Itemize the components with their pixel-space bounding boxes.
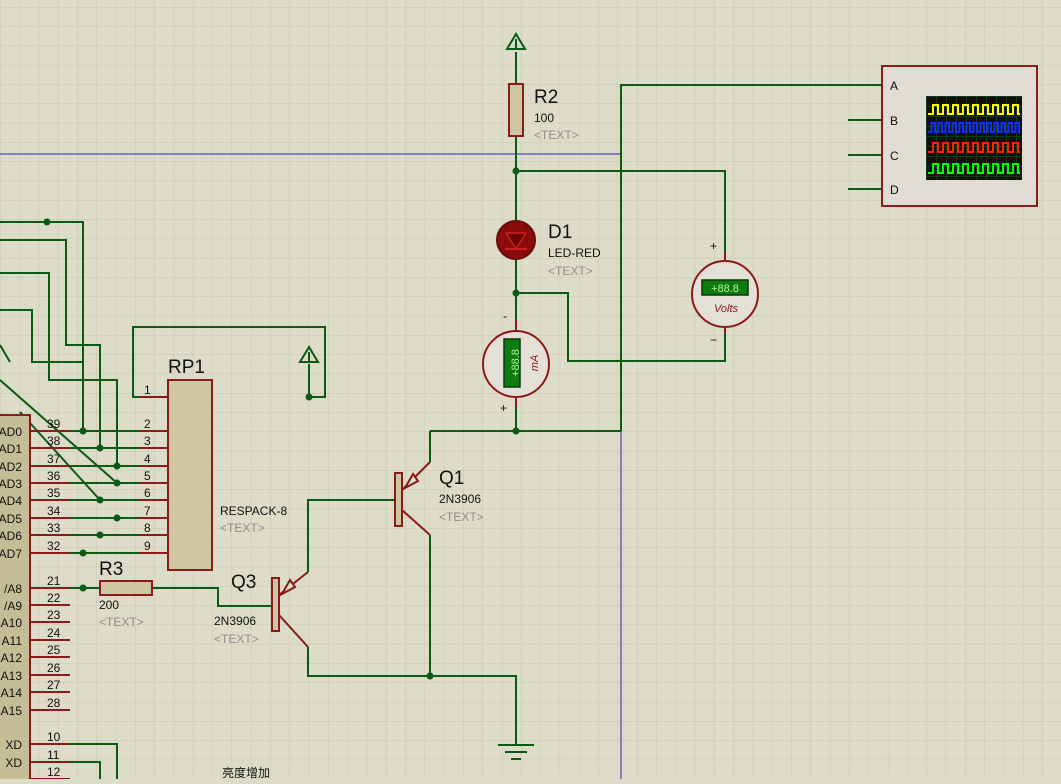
junction-dot	[512, 427, 520, 435]
mcu-pin-label: AD6	[0, 529, 22, 543]
rp1-pin-number: 7	[144, 504, 151, 518]
voltmeter-plus: +	[710, 239, 717, 253]
mcu-pin-number: 27	[47, 678, 61, 692]
mcu-pin-number: 11	[47, 748, 60, 762]
rp1-pin-number: 2	[144, 417, 151, 431]
mcu-pin-number: 21	[47, 574, 61, 588]
mcu-pin-number: 32	[47, 539, 61, 553]
junction-dot	[79, 427, 87, 435]
mcu-pin-number: 26	[47, 661, 61, 675]
junction-dot	[79, 549, 87, 557]
mcu-pin-number: 23	[47, 608, 61, 622]
junction-dot	[305, 393, 313, 401]
mcu-pin-label: A12	[1, 651, 23, 665]
rp1-pin-number: 6	[144, 486, 151, 500]
scope-channel-a: A	[890, 79, 898, 93]
mcu-pin-number: 33	[47, 521, 61, 535]
mcu-pin-label: AD7	[0, 547, 22, 561]
r3-ref: R3	[99, 559, 123, 580]
mcu-pin-number: 10	[47, 730, 61, 744]
rp1-text: <TEXT>	[220, 521, 265, 535]
mcu-pin-label: /A9	[4, 599, 22, 613]
junction-dot	[113, 514, 121, 522]
junction-dot	[512, 289, 520, 297]
mcu-pin-label: A11	[2, 634, 23, 648]
rp1-pin-number: 4	[144, 452, 151, 466]
mcu-pin-label: AD5	[0, 512, 22, 526]
d1-ref: D1	[548, 222, 572, 243]
r3-value: 200	[99, 598, 119, 612]
mcu-pin-number: 34	[47, 504, 61, 518]
scope-channel-c: C	[890, 149, 899, 163]
q1-ref: Q1	[439, 468, 464, 489]
junction-dot	[113, 479, 121, 487]
rp1-value: RESPACK-8	[220, 504, 287, 518]
r2-value: 100	[534, 111, 554, 125]
mcu-pin-number: 28	[47, 696, 61, 710]
mcu-pin-label: A10	[1, 616, 23, 630]
mcu-pin-label: AD2	[0, 460, 22, 474]
mcu-pin-number: 22	[47, 591, 61, 605]
mcu-pin-number: 24	[47, 626, 61, 640]
r2-text: <TEXT>	[534, 128, 579, 142]
junction-dot	[512, 167, 520, 175]
rp1-pin-number: 9	[144, 539, 151, 553]
junction-dot	[426, 672, 434, 680]
schematic-svg[interactable]: R2 100 <TEXT> D1 LED-RED <TEXT> +88.8 mA…	[0, 0, 1061, 784]
junction-dot	[96, 496, 104, 504]
ammeter-unit: mA	[529, 355, 541, 372]
note-text: 亮度增加	[222, 765, 270, 779]
rp1-ref: RP1	[168, 357, 205, 378]
mcu-pin-number: 38	[47, 434, 61, 448]
mcu-pin-label: A15	[1, 704, 23, 718]
ammeter-plus: +	[500, 401, 507, 415]
mcu-pin-number: 37	[47, 452, 61, 466]
voltmeter-unit: Volts	[714, 303, 739, 315]
mcu-pin-label: AD4	[0, 494, 22, 508]
mcu-pin-number: 39	[47, 417, 61, 431]
mcu-pin-label: AD0	[0, 425, 22, 439]
mcu-pin-number: 36	[47, 469, 61, 483]
junction-dot	[43, 218, 51, 226]
d1-value: LED-RED	[548, 246, 601, 260]
rp1-pin-number: 8	[144, 521, 151, 535]
junction-dot	[79, 584, 87, 592]
q3-value: 2N3906	[214, 614, 256, 628]
rp1-pin-number: 5	[144, 469, 151, 483]
q1-value: 2N3906	[439, 492, 481, 506]
oscilloscope[interactable]: A B C D	[881, 65, 1038, 207]
scope-channel-d: D	[890, 183, 899, 197]
junction-dot	[96, 531, 104, 539]
ammeter-display: +88.8	[510, 349, 522, 377]
mcu-pin-number: 35	[47, 486, 61, 500]
r3-text: <TEXT>	[99, 615, 144, 629]
mcu-pin-number: 25	[47, 643, 61, 657]
mcu-pin-label: AD1	[0, 442, 22, 456]
mcu-pin-label: XD	[5, 756, 22, 770]
mcu-pin-label: XD	[5, 738, 22, 752]
junction-dot	[113, 462, 121, 470]
rp1-pin-number: 1	[144, 383, 151, 397]
mcu-pin-label: A13	[1, 669, 23, 683]
junction-dot	[96, 444, 104, 452]
q3-ref: Q3	[231, 572, 256, 593]
mcu-pin-label: AD3	[0, 477, 22, 491]
q3-text: <TEXT>	[214, 632, 259, 646]
voltmeter-display: +88.8	[711, 283, 739, 295]
mcu-pin-number: 12	[47, 765, 61, 779]
rp1-pin-number: 3	[144, 434, 151, 448]
mcu-pin-label: /A8	[4, 582, 22, 596]
mcu-pin-label: A14	[1, 686, 23, 700]
ammeter-minus: -	[503, 309, 507, 323]
scope-channel-b: B	[890, 114, 898, 128]
q1-text: <TEXT>	[439, 510, 484, 524]
voltmeter-minus: −	[710, 333, 717, 347]
r2-ref: R2	[534, 87, 558, 108]
d1-text: <TEXT>	[548, 264, 593, 278]
schematic-canvas[interactable]: R2 100 <TEXT> D1 LED-RED <TEXT> +88.8 mA…	[0, 0, 1061, 784]
